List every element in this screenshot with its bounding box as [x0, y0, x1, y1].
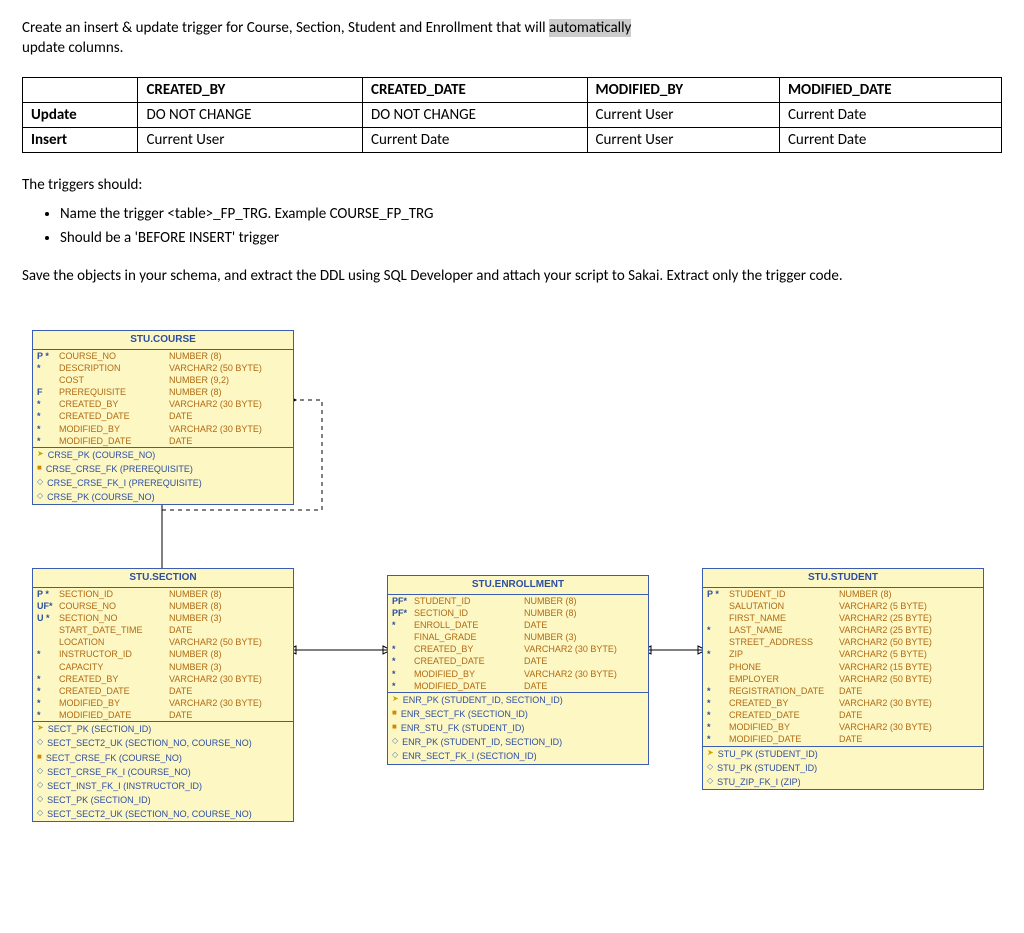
key-row: SECT_PK (SECTION_ID): [33, 793, 293, 807]
key-row: ENR_SECT_FK_I (SECTION_ID): [388, 749, 648, 763]
key-row: ENR_STU_FK (STUDENT_ID): [388, 721, 648, 735]
key-row: CRSE_PK (COURSE_NO): [33, 490, 293, 504]
key-row: CRSE_CRSE_FK (PREREQUISITE): [33, 462, 293, 476]
column-row: PHONEVARCHAR2 (15 BYTE): [703, 661, 983, 673]
entity-columns: P *STUDENT_IDNUMBER (8)SALUTATIONVARCHAR…: [703, 588, 983, 746]
column-row: U *SECTION_NONUMBER (3): [33, 612, 293, 624]
column-row: CAPACITYNUMBER (3): [33, 661, 293, 673]
entity-columns: P *SECTION_IDNUMBER (8)UF*COURSE_NONUMBE…: [33, 588, 293, 722]
key-row: ENR_SECT_FK (SECTION_ID): [388, 707, 648, 721]
audit-columns-table: CREATED_BY CREATED_DATE MODIFIED_BY MODI…: [22, 77, 1002, 154]
column-row: *CREATED_DATEDATE: [703, 709, 983, 721]
column-row: *MODIFIED_DATEDATE: [703, 733, 983, 745]
header-modified-date: MODIFIED_DATE: [779, 77, 1001, 102]
key-row: SECT_INST_FK_I (INSTRUCTOR_ID): [33, 779, 293, 793]
column-row: P *SECTION_IDNUMBER (8): [33, 588, 293, 600]
column-row: *MODIFIED_BYVARCHAR2 (30 BYTE): [388, 668, 648, 680]
column-row: PF*SECTION_IDNUMBER (8): [388, 607, 648, 619]
intro-text-1: Create an insert & update trigger for Co…: [22, 19, 549, 37]
key-row: STU_PK (STUDENT_ID): [703, 761, 983, 775]
column-row: PF*STUDENT_IDNUMBER (8): [388, 595, 648, 607]
column-row: *ZIPVARCHAR2 (5 BYTE): [703, 648, 983, 660]
column-row: LOCATIONVARCHAR2 (50 BYTE): [33, 636, 293, 648]
header-created-by: CREATED_BY: [138, 77, 363, 102]
column-row: *LAST_NAMEVARCHAR2 (25 BYTE): [703, 624, 983, 636]
column-row: *ENROLL_DATEDATE: [388, 619, 648, 631]
entity-columns: P *COURSE_NONUMBER (8)*DESCRIPTIONVARCHA…: [33, 350, 293, 447]
column-row: *MODIFIED_BYVARCHAR2 (30 BYTE): [703, 721, 983, 733]
column-row: *CREATED_BYVARCHAR2 (30 BYTE): [703, 697, 983, 709]
column-row: *CREATED_BYVARCHAR2 (30 BYTE): [33, 398, 293, 410]
entity-keys: STU_PK (STUDENT_ID)STU_PK (STUDENT_ID)ST…: [703, 747, 983, 789]
key-row: SECT_SECT2_UK (SECTION_NO, COURSE_NO): [33, 807, 293, 821]
column-row: *DESCRIPTIONVARCHAR2 (50 BYTE): [33, 362, 293, 374]
key-row: SECT_CRSE_FK_I (COURSE_NO): [33, 765, 293, 779]
key-row: ENR_PK (STUDENT_ID, SECTION_ID): [388, 735, 648, 749]
column-row: STREET_ADDRESSVARCHAR2 (50 BYTE): [703, 636, 983, 648]
entity-title: STU.COURSE: [33, 331, 293, 350]
column-row: FPREREQUISITENUMBER (8): [33, 386, 293, 398]
entity-columns: PF*STUDENT_IDNUMBER (8)PF*SECTION_IDNUMB…: [388, 595, 648, 692]
column-row: SALUTATIONVARCHAR2 (5 BYTE): [703, 600, 983, 612]
entity-title: STU.STUDENT: [703, 569, 983, 588]
column-row: *INSTRUCTOR_IDNUMBER (8): [33, 648, 293, 660]
requirements-list: Name the trigger <table>_FP_TRG. Example…: [60, 204, 1002, 249]
save-paragraph: Save the objects in your schema, and ext…: [22, 266, 1002, 286]
table-row: Insert Current User Current Date Current…: [23, 128, 1002, 153]
header-modified-by: MODIFIED_BY: [587, 77, 779, 102]
column-row: FIRST_NAMEVARCHAR2 (25 BYTE): [703, 612, 983, 624]
entity-title: STU.ENROLLMENT: [388, 576, 648, 595]
column-row: *CREATED_DATEDATE: [33, 685, 293, 697]
column-row: *MODIFIED_DATEDATE: [33, 709, 293, 721]
column-row: COSTNUMBER (9,2): [33, 374, 293, 386]
column-row: P *COURSE_NONUMBER (8): [33, 350, 293, 362]
key-row: STU_PK (STUDENT_ID): [703, 747, 983, 761]
key-row: CRSE_PK (COURSE_NO): [33, 448, 293, 462]
entity-keys: CRSE_PK (COURSE_NO)CRSE_CRSE_FK (PREREQU…: [33, 448, 293, 505]
list-item: Should be a 'BEFORE INSERT' trigger: [60, 228, 1002, 248]
entity-enrollment: STU.ENROLLMENT PF*STUDENT_IDNUMBER (8)PF…: [387, 575, 649, 764]
column-row: *MODIFIED_BYVARCHAR2 (30 BYTE): [33, 697, 293, 709]
column-row: *MODIFIED_DATEDATE: [388, 680, 648, 692]
key-row: SECT_CRSE_FK (COURSE_NO): [33, 751, 293, 765]
table-row: Update DO NOT CHANGE DO NOT CHANGE Curre…: [23, 102, 1002, 127]
column-row: FINAL_GRADENUMBER (3): [388, 631, 648, 643]
column-row: *REGISTRATION_DATEDATE: [703, 685, 983, 697]
key-row: CRSE_CRSE_FK_I (PREREQUISITE): [33, 476, 293, 490]
entity-student: STU.STUDENT P *STUDENT_IDNUMBER (8)SALUT…: [702, 568, 984, 790]
column-row: *CREATED_DATEDATE: [33, 410, 293, 422]
header-blank: [23, 77, 138, 102]
erd-diagram: STU.COURSE P *COURSE_NONUMBER (8)*DESCRI…: [22, 300, 1002, 830]
list-item: Name the trigger <table>_FP_TRG. Example…: [60, 204, 1002, 224]
entity-keys: SECT_PK (SECTION_ID)SECT_SECT2_UK (SECTI…: [33, 722, 293, 821]
column-row: START_DATE_TIMEDATE: [33, 624, 293, 636]
header-created-date: CREATED_DATE: [363, 77, 588, 102]
column-row: UF*COURSE_NONUMBER (8): [33, 600, 293, 612]
column-row: *CREATED_DATEDATE: [388, 655, 648, 667]
table-header-row: CREATED_BY CREATED_DATE MODIFIED_BY MODI…: [23, 77, 1002, 102]
triggers-should-heading: The triggers should:: [22, 175, 1002, 195]
entity-section: STU.SECTION P *SECTION_IDNUMBER (8)UF*CO…: [32, 568, 294, 822]
column-row: *CREATED_BYVARCHAR2 (30 BYTE): [388, 643, 648, 655]
intro-text-2: update columns.: [22, 39, 123, 57]
entity-title: STU.SECTION: [33, 569, 293, 588]
column-row: P *STUDENT_IDNUMBER (8): [703, 588, 983, 600]
column-row: EMPLOYERVARCHAR2 (50 BYTE): [703, 673, 983, 685]
column-row: *CREATED_BYVARCHAR2 (30 BYTE): [33, 673, 293, 685]
intro-paragraph: Create an insert & update trigger for Co…: [22, 18, 1002, 59]
key-row: SECT_SECT2_UK (SECTION_NO, COURSE_NO): [33, 736, 293, 750]
entity-course: STU.COURSE P *COURSE_NONUMBER (8)*DESCRI…: [32, 330, 294, 505]
intro-highlight: automatically: [549, 19, 631, 37]
column-row: *MODIFIED_BYVARCHAR2 (30 BYTE): [33, 423, 293, 435]
entity-keys: ENR_PK (STUDENT_ID, SECTION_ID)ENR_SECT_…: [388, 693, 648, 764]
key-row: SECT_PK (SECTION_ID): [33, 722, 293, 736]
key-row: ENR_PK (STUDENT_ID, SECTION_ID): [388, 693, 648, 707]
key-row: STU_ZIP_FK_I (ZIP): [703, 775, 983, 789]
column-row: *MODIFIED_DATEDATE: [33, 435, 293, 447]
